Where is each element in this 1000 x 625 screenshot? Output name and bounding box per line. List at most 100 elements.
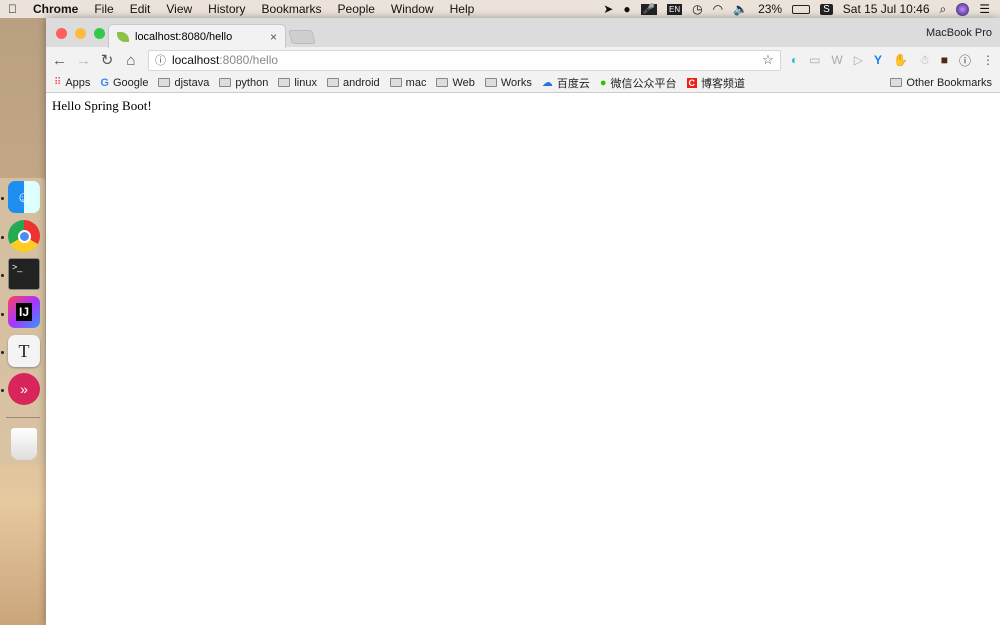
menu-bookmarks[interactable]: Bookmarks (254, 2, 330, 16)
trash-icon[interactable] (11, 428, 37, 460)
bookmark-csdn[interactable]: C 博客频道 (686, 75, 745, 91)
bookmark-folder-android[interactable]: android (326, 76, 380, 89)
forward-button[interactable]: → (76, 52, 91, 69)
menu-file[interactable]: File (86, 2, 121, 16)
bookmark-label: Web (452, 76, 475, 89)
extension-hand-icon[interactable]: ✋ (893, 53, 908, 67)
menu-people[interactable]: People (330, 2, 383, 16)
bookmark-other-bookmarks[interactable]: Other Bookmarks (890, 77, 992, 89)
notification-center-icon[interactable]: ☰ (979, 2, 990, 16)
minimize-window-button[interactable] (75, 28, 86, 39)
bookmark-label: Other Bookmarks (906, 76, 992, 89)
clock[interactable]: Sat 15 Jul 10:46 (843, 2, 930, 16)
menu-view[interactable]: View (158, 2, 200, 16)
page-text: Hello Spring Boot! (52, 98, 152, 113)
chrome-icon[interactable] (8, 220, 40, 252)
input-source-icon[interactable]: EN (667, 3, 683, 15)
profile-name[interactable]: MacBook Pro (926, 27, 992, 39)
microphone-icon[interactable]: 🎤 (640, 3, 658, 15)
extension-v-icon[interactable]: Y (874, 53, 882, 67)
bookmark-label: 百度云 (556, 77, 590, 90)
url-host: localhost (171, 53, 220, 67)
dock: ☺ >_ IJ T » (0, 178, 45, 465)
new-tab-button[interactable] (288, 30, 316, 44)
menu-bar:  Chrome File Edit View History Bookmark… (0, 0, 1000, 18)
bookmark-label: 微信公众平台 (610, 77, 677, 90)
terminal-icon[interactable]: >_ (8, 258, 40, 290)
siri-icon[interactable] (956, 2, 970, 16)
dock-separator (6, 417, 40, 418)
bookmark-baidu-cloud[interactable]: ☁ 百度云 (542, 75, 590, 91)
tab-localhost-hello[interactable]: localhost:8080/hello × (108, 24, 286, 48)
apps-grid-icon: ⠿ (54, 77, 62, 88)
baidu-cloud-icon: ☁ (541, 77, 553, 89)
hat-icon[interactable]: ● (623, 2, 630, 16)
back-button[interactable]: ← (52, 52, 67, 69)
wifi-icon[interactable]: ◠ (713, 2, 723, 16)
bookmark-folder-works[interactable]: Works (484, 76, 532, 89)
zoom-window-button[interactable] (94, 28, 105, 39)
wechat-icon: ● (599, 76, 607, 89)
bookmark-star-icon[interactable]: ☆ (762, 52, 774, 68)
bookmark-label: android (342, 76, 380, 89)
volume-icon[interactable]: 🔈 (733, 2, 748, 16)
apple-menu-icon[interactable]:  (0, 2, 25, 16)
bookmark-label: Google (112, 76, 149, 89)
menu-edit[interactable]: Edit (122, 2, 159, 16)
extension-ar-icon[interactable]: ▭ (809, 53, 820, 67)
reload-button[interactable]: ↻ (100, 51, 114, 69)
skitch-icon[interactable]: » (8, 373, 40, 405)
toolbar: ← → ↻ ⌂ ⓘ localhost:8080/hello ☆ ◐ ▭ W ▷… (46, 47, 1000, 73)
bookmark-folder-python[interactable]: python (219, 77, 268, 89)
folder-icon (389, 78, 402, 87)
bookmark-label: 博客频道 (701, 77, 745, 90)
intellij-idea-icon[interactable]: IJ (8, 296, 40, 328)
bookmark-apps[interactable]: ⠿ Apps (54, 77, 90, 89)
bookmark-label: Apps (65, 76, 91, 89)
bookmark-wechat[interactable]: ● 微信公众平台 (600, 75, 677, 91)
bookmark-folder-linux[interactable]: linux (278, 77, 317, 89)
bookmark-label: Works (500, 76, 532, 89)
extension-stamp-icon[interactable]: ☃ (919, 53, 930, 67)
extension-cat-icon[interactable]: ■ (941, 53, 948, 67)
s-app-icon[interactable]: S (820, 3, 833, 15)
spring-leaf-favicon-icon (117, 31, 129, 42)
close-window-button[interactable] (56, 28, 67, 39)
bookmark-folder-web[interactable]: Web (436, 76, 475, 89)
bookmark-label: python (235, 76, 269, 89)
bookmark-label: mac (405, 76, 427, 89)
folder-icon (436, 78, 449, 87)
info-icon[interactable]: ⓘ (155, 52, 166, 68)
menu-history[interactable]: History (200, 2, 253, 16)
chrome-menu-icon[interactable]: ⋮ (982, 53, 994, 67)
tab-close-icon[interactable]: × (270, 30, 277, 44)
finder-icon[interactable]: ☺ (8, 181, 40, 213)
extension-1password-icon[interactable]: ⓘ (959, 52, 971, 69)
battery-icon (792, 4, 811, 14)
menu-window[interactable]: Window (383, 2, 442, 16)
folder-icon (278, 78, 291, 87)
arrow-app-icon[interactable]: ➤ (603, 2, 613, 16)
bookmark-folder-mac[interactable]: mac (389, 76, 427, 89)
folder-icon (158, 78, 171, 87)
home-button[interactable]: ⌂ (124, 52, 138, 69)
folder-icon (326, 78, 339, 87)
address-bar[interactable]: ⓘ localhost:8080/hello ☆ (147, 49, 781, 71)
spotlight-search-icon[interactable]: ⌕ (940, 2, 947, 17)
typora-icon[interactable]: T (8, 335, 40, 367)
menu-help[interactable]: Help (442, 2, 483, 16)
tab-title: localhost:8080/hello (135, 30, 233, 43)
bookmark-label: djstava (174, 76, 210, 89)
bookmark-folder-djstava[interactable]: djstava (158, 77, 209, 89)
time-machine-icon[interactable]: ◷ (692, 2, 702, 16)
extension-w-icon[interactable]: W (831, 53, 842, 67)
bookmarks-bar: ⠿ Apps G Google djstava python linux andro… (46, 73, 1000, 93)
running-indicator (1, 197, 4, 200)
menu-app-chrome[interactable]: Chrome (25, 2, 86, 16)
page-content: Hello Spring Boot! (46, 93, 1000, 119)
extension-swirl-icon[interactable]: ◐ (791, 53, 798, 67)
battery-percent[interactable]: 23% (758, 2, 782, 16)
bookmark-google[interactable]: G Google (100, 77, 148, 89)
folder-icon (890, 78, 903, 87)
extension-play-icon[interactable]: ▷ (854, 53, 863, 67)
